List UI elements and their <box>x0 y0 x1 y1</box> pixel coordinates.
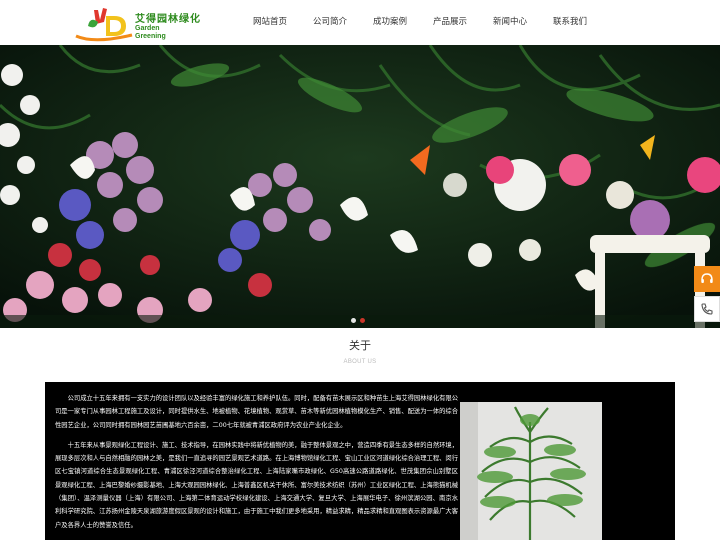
potted-plant-image <box>460 402 602 540</box>
banner-dot-2[interactable] <box>360 318 365 323</box>
logo-name-en-2: Greening <box>135 33 166 40</box>
logo-mark-icon <box>75 8 133 42</box>
headset-icon <box>701 273 713 283</box>
header: 艾得园林绿化 Garden Greening 网站首页 公司简介 成功案例 产品… <box>0 0 720 45</box>
main-nav: 网站首页 公司简介 成功案例 产品展示 新闻中心 联系我们 <box>240 0 600 45</box>
about-plant-image[interactable] <box>460 402 602 540</box>
logo-name-cn: 艾得园林绿化 <box>135 14 201 25</box>
logo[interactable]: 艾得园林绿化 Garden Greening <box>74 4 224 42</box>
nav-item-home[interactable]: 网站首页 <box>240 0 300 45</box>
about-paragraph-2: 十五年来从事景观绿化工程设计、施工、技术指导，在园林实践中将新优植物的美，融于整… <box>55 441 458 529</box>
phone-icon <box>701 303 713 315</box>
about-paragraph-1: 公司成立十五年来拥有一支实力的设计团队以及经验丰富的绿化施工和养护队伍。同时，配… <box>55 395 458 429</box>
logo-name-en-1: Garden <box>135 25 160 32</box>
online-service-button[interactable] <box>694 266 720 292</box>
nav-item-products[interactable]: 产品展示 <box>420 0 480 45</box>
side-float-bar <box>694 266 720 326</box>
banner-pagination <box>351 318 365 323</box>
banner-flower-image <box>0 45 720 328</box>
nav-item-contact[interactable]: 联系我们 <box>540 0 600 45</box>
about-panel: 公司成立十五年来拥有一支实力的设计团队以及经验丰富的绿化施工和养护队伍。同时，配… <box>45 382 675 540</box>
phone-button[interactable] <box>694 296 720 322</box>
about-subtitle: ABOUT US <box>343 359 377 365</box>
banner-dot-1[interactable] <box>351 318 356 323</box>
hero-banner[interactable] <box>0 45 720 328</box>
nav-item-company[interactable]: 公司简介 <box>300 0 360 45</box>
nav-item-news[interactable]: 新闻中心 <box>480 0 540 45</box>
nav-item-cases[interactable]: 成功案例 <box>360 0 420 45</box>
about-text: 公司成立十五年来拥有一支实力的设计团队以及经验丰富的绿化施工和养护队伍。同时，配… <box>55 392 458 532</box>
about-title: 关于 <box>349 339 371 352</box>
